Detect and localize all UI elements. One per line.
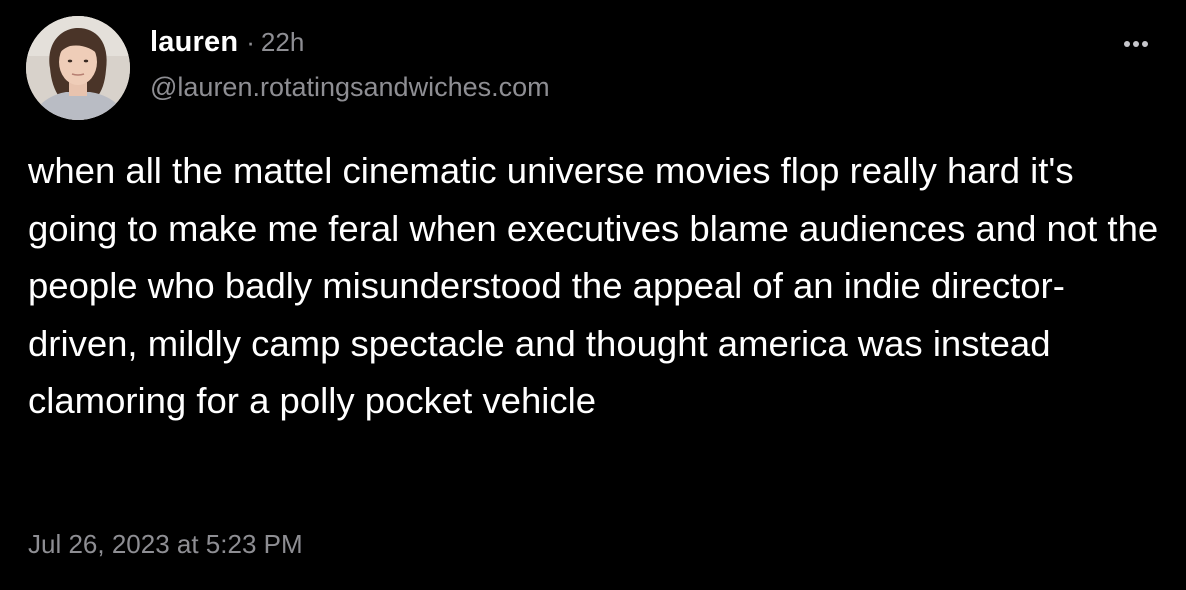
more-horizontal-icon [1124,41,1148,47]
relative-time[interactable]: 22h [261,27,304,58]
avatar[interactable] [26,16,130,120]
separator-dot: · [246,27,255,57]
more-options-button[interactable] [1116,30,1156,58]
post-text: when all the mattel cinematic universe m… [28,150,1159,421]
display-name[interactable]: lauren [150,26,238,59]
author-handle[interactable]: @lauren.rotatingsandwiches.com [150,72,550,103]
post-timestamp[interactable]: Jul 26, 2023 at 5:23 PM [28,529,303,560]
post-card: lauren · 22h @lauren.rotatingsandwiches.… [0,0,1186,590]
avatar-photo [26,16,130,120]
author-line: lauren · 22h [150,26,304,66]
